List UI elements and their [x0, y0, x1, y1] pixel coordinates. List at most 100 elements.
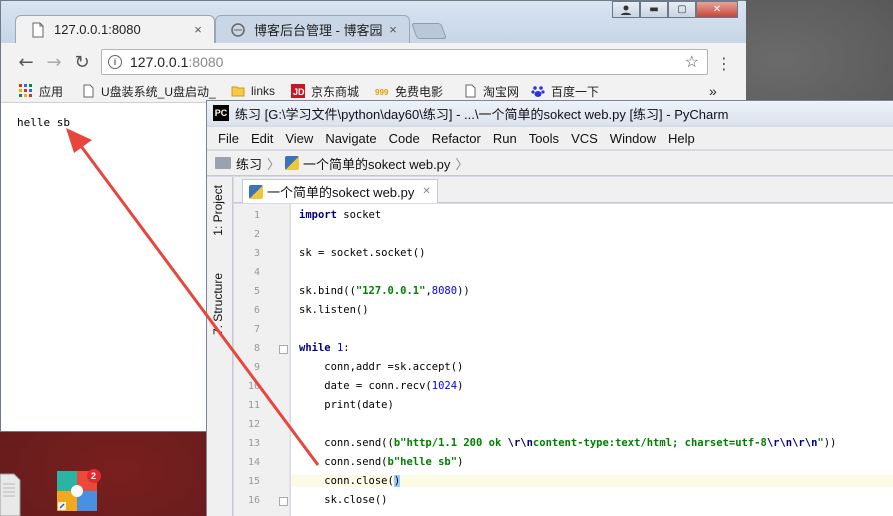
browser-titlebar: 127.0.0.1:8080 × 博客后台管理 - 博客园 × ▬ ▢ ✕: [1, 1, 746, 43]
structure-tool-tab[interactable]: 7: Structure: [211, 273, 225, 335]
editor-tab-active[interactable]: 一个简单的sokect web.py ✕: [242, 179, 438, 203]
close-icon[interactable]: ×: [190, 22, 206, 37]
breadcrumb-label: 一个简单的sokect web.py: [303, 156, 451, 172]
browser-menu-icon[interactable]: ⋮: [716, 54, 732, 73]
app-flower-icon[interactable]: 2: [52, 466, 102, 516]
code-text: )): [823, 437, 837, 449]
menu-code[interactable]: Code: [384, 131, 425, 146]
breadcrumb-file[interactable]: 一个简单的sokect web.py: [285, 154, 450, 173]
breadcrumb-project[interactable]: 练习: [207, 154, 262, 173]
code-text: date = conn.recv(: [299, 380, 432, 392]
editor-tabs: 一个简单的sokect web.py ✕: [234, 177, 893, 203]
bookmark-label: U盘装系统_U盘启动_: [101, 84, 216, 99]
code-keyword: while: [299, 342, 331, 354]
code-line: sk.listen(): [299, 304, 369, 316]
baidu-icon: [531, 86, 545, 97]
breadcrumb-separator-icon: 〉: [455, 156, 469, 172]
close-window-button[interactable]: ✕: [696, 1, 738, 18]
python-file-icon: [285, 156, 300, 170]
pycharm-menubar: File Edit View Navigate Code Refactor Ru…: [207, 127, 893, 149]
fold-marker-icon[interactable]: [279, 345, 288, 354]
line-number: 4: [253, 267, 260, 278]
code-text: :: [343, 342, 350, 354]
bookmark-upan[interactable]: U盘装系统_U盘启动_: [81, 82, 216, 100]
code-text: ): [457, 456, 464, 468]
cnblogs-icon: [231, 22, 245, 37]
new-tab-button[interactable]: [411, 23, 447, 39]
user-icon[interactable]: [612, 1, 640, 18]
code-escape: \r\n\r\n: [766, 437, 818, 449]
menu-run[interactable]: Run: [488, 131, 522, 146]
browser-toolbar: ← → ↻ i 127.0.0.1 :8080 ☆ ⋮: [1, 43, 746, 79]
code-text: ): [393, 475, 401, 487]
python-file-icon: [249, 184, 263, 199]
pycharm-logo-icon: PC: [213, 105, 229, 121]
code-text: )): [457, 285, 470, 297]
menu-edit[interactable]: Edit: [246, 131, 278, 146]
code-line: date = conn.recv(1024): [299, 380, 463, 392]
address-host: 127.0.0.1: [130, 54, 189, 70]
window-controls: ▬ ▢ ✕: [612, 1, 738, 18]
code-line: sk.bind(("127.0.0.1",8080)): [299, 285, 470, 297]
menu-vcs[interactable]: VCS: [566, 131, 603, 146]
side-tab-label: 1: Project: [211, 185, 225, 236]
menu-refactor[interactable]: Refactor: [427, 131, 486, 146]
minimize-button[interactable]: ▬: [640, 1, 668, 18]
breadcrumb-separator-icon: 〉: [267, 156, 281, 172]
bookmark-label: 免费电影: [395, 84, 444, 99]
editor-tab-label: 一个简单的sokect web.py: [267, 185, 415, 200]
close-icon[interactable]: ✕: [422, 186, 430, 197]
line-number: 6: [253, 305, 260, 316]
menu-file[interactable]: File: [213, 131, 244, 146]
editor-gutter: 1 2 3 4 5 6 7 8 9 10 11 12 13 14 15 16: [234, 204, 290, 516]
info-icon[interactable]: i: [108, 55, 122, 69]
reload-button[interactable]: ↻: [71, 51, 93, 73]
bookmark-label: 淘宝网: [483, 84, 520, 99]
menu-view[interactable]: View: [280, 131, 318, 146]
bookmark-movie[interactable]: 999 免费电影: [375, 82, 443, 100]
menu-navigate[interactable]: Navigate: [320, 131, 381, 146]
bookmark-jd[interactable]: JD 京东商城: [291, 82, 359, 100]
code-text: conn.close(: [299, 475, 394, 487]
back-button[interactable]: ←: [15, 51, 37, 73]
file-icon[interactable]: [0, 470, 22, 516]
close-icon[interactable]: ×: [385, 22, 401, 37]
bookmarks-overflow-button[interactable]: »: [709, 82, 717, 100]
page-icon: [83, 84, 94, 98]
bookmark-baidu[interactable]: 百度一下: [531, 82, 599, 100]
bookmark-apps[interactable]: 应用: [19, 82, 63, 100]
bookmark-links[interactable]: links: [231, 82, 275, 100]
page-icon: [465, 84, 476, 98]
line-number: 11: [247, 400, 260, 411]
code-line: print(date): [299, 399, 394, 411]
bookmark-star-icon[interactable]: ☆: [685, 52, 699, 72]
menu-tools[interactable]: Tools: [524, 131, 564, 146]
fold-marker-icon[interactable]: [279, 497, 288, 506]
browser-tab-active[interactable]: 127.0.0.1:8080 ×: [15, 15, 215, 43]
svg-text:2: 2: [91, 471, 96, 481]
menu-help[interactable]: Help: [663, 131, 700, 146]
project-tool-tab[interactable]: 1: Project: [211, 185, 225, 236]
side-tab-label: 7: Structure: [211, 273, 225, 336]
code-line: sk.close(): [299, 494, 388, 506]
svg-text:999: 999: [375, 88, 389, 97]
tab-label: 127.0.0.1:8080: [54, 22, 141, 37]
bookmark-taobao[interactable]: 淘宝网: [463, 82, 519, 100]
line-number: 1: [253, 210, 260, 221]
address-bar[interactable]: i 127.0.0.1 :8080 ☆: [101, 49, 708, 75]
address-port: :8080: [188, 54, 224, 70]
page-body-text: helle sb: [17, 116, 70, 129]
menu-window[interactable]: Window: [605, 131, 661, 146]
forward-button[interactable]: →: [43, 51, 65, 73]
maximize-button[interactable]: ▢: [668, 1, 696, 18]
line-number: 10: [247, 381, 260, 392]
line-number: 2: [253, 229, 260, 240]
line-number: 8: [253, 343, 260, 354]
code-line: import socket: [299, 209, 381, 221]
code-editor[interactable]: import socket sk = socket.socket() sk.bi…: [291, 204, 893, 516]
bookmark-label: 百度一下: [551, 84, 600, 99]
browser-tab-cnblogs[interactable]: 博客后台管理 - 博客园 ×: [215, 15, 410, 43]
line-number: 15: [247, 476, 260, 487]
window-title: 练习 [G:\学习文件\python\day60\练习] - ...\一个简单的…: [235, 106, 729, 122]
bookmark-label: 京东商城: [311, 84, 360, 99]
